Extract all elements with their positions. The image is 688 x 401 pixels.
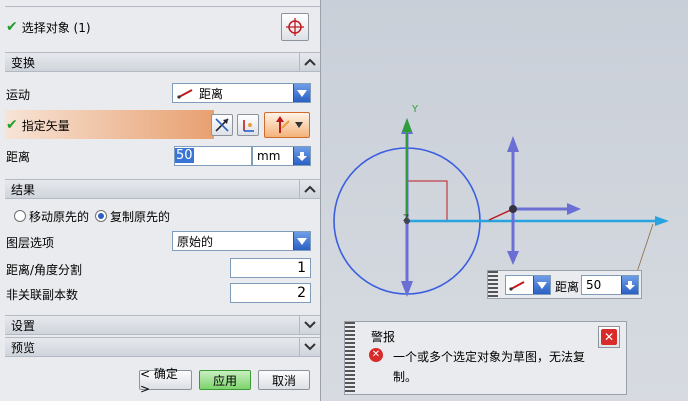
move-original-label: 移动原先的 [29, 209, 90, 224]
layer-select[interactable]: 原始的 [172, 231, 311, 251]
crosshair-select-button[interactable] [281, 13, 309, 41]
layer-label: 图层选项 [6, 235, 55, 250]
radio-off-icon [14, 210, 26, 222]
result-section-title: 结果 [11, 182, 36, 197]
result-radio-group: 移动原先的 复制原先的 [6, 207, 312, 225]
transform-section-header[interactable]: 变换 [5, 52, 320, 72]
distance-unit-value: mm [257, 149, 281, 163]
chevron-down-icon[interactable] [533, 276, 550, 294]
chevron-up-icon[interactable] [299, 53, 320, 71]
chevron-down-icon[interactable] [299, 338, 320, 356]
alert-close-button[interactable]: ✕ [598, 326, 620, 348]
copies-input[interactable]: 2 [230, 283, 311, 303]
preview-section-header[interactable]: 预览 [5, 337, 320, 357]
split-label: 距离/角度分割 [6, 262, 83, 277]
distance-label: 距离 [6, 149, 31, 164]
float-distance-value: 50 [586, 278, 602, 292]
alert-panel: 警报 ✕ 一个或多个选定对象为草图，无法复 制。 ✕ [344, 321, 627, 395]
distance-unit-select[interactable]: mm [252, 146, 311, 166]
move-original-radio[interactable]: 移动原先的 [14, 208, 89, 225]
distance-input[interactable]: 50 [174, 146, 252, 166]
chevron-down-icon[interactable] [293, 232, 310, 250]
check-icon: ✔ [6, 19, 18, 35]
layer-value: 原始的 [177, 234, 214, 249]
chevron-down-icon[interactable] [621, 276, 638, 294]
chevron-down-icon[interactable] [299, 316, 320, 334]
split-input[interactable]: 1 [230, 258, 311, 278]
chevron-down-icon[interactable] [294, 122, 303, 128]
move-object-dialog: ✔ 选择对象 (1) 变换 运动 距离 ✔ 指定矢量 距离 50 mm 结果 移… [0, 0, 321, 401]
axis-y-label: Y [411, 104, 419, 115]
close-icon: ✕ [601, 329, 617, 345]
preview-section-title: 预览 [11, 340, 36, 355]
copies-label: 非关联副本数 [6, 287, 79, 302]
motion-label: 运动 [6, 87, 31, 102]
drag-grip[interactable] [488, 271, 498, 298]
alert-message-line2: 制。 [393, 370, 418, 384]
specify-vector-label: 指定矢量 [21, 118, 70, 133]
vector-constructor-button[interactable] [237, 114, 259, 136]
chevron-down-icon[interactable] [293, 147, 310, 165]
error-icon: ✕ [369, 348, 383, 362]
distance-icon [509, 281, 525, 291]
chevron-down-icon[interactable] [293, 84, 310, 102]
float-motion-select[interactable] [505, 275, 551, 295]
distance-icon [177, 89, 193, 99]
alert-title: 警报 [371, 330, 396, 344]
reverse-direction-button[interactable] [211, 114, 233, 136]
apply-button[interactable]: 应用 [199, 370, 251, 390]
vector-arrow-icon [275, 116, 290, 133]
distance-input-value: 50 [175, 148, 194, 163]
motion-select[interactable]: 距离 [172, 83, 311, 103]
select-object-label: 选择对象 (1) [21, 20, 91, 35]
transform-section-title: 变换 [11, 55, 36, 70]
settings-section-title: 设置 [11, 318, 36, 333]
dialog-top-strip [5, 0, 320, 7]
cancel-button[interactable]: 取消 [258, 370, 310, 390]
float-distance-label: 距离 [555, 280, 580, 294]
chevron-up-icon[interactable] [299, 180, 320, 198]
crosshair-icon [286, 18, 304, 36]
result-section-header[interactable]: 结果 [5, 179, 320, 199]
select-object-row[interactable]: ✔ 选择对象 (1) [6, 14, 312, 40]
vector-constructor-icon [243, 120, 254, 132]
alert-message-line1: 一个或多个选定对象为草图，无法复 [393, 350, 586, 364]
float-distance-input[interactable]: 50 [581, 275, 639, 295]
copy-original-label: 复制原先的 [110, 209, 171, 224]
settings-section-header[interactable]: 设置 [5, 315, 320, 335]
motion-value: 距离 [199, 86, 224, 101]
floating-distance-toolbar: 距离 50 [487, 270, 642, 299]
check-icon: ✔ [6, 117, 18, 133]
ok-button[interactable]: < 确定 > [139, 367, 192, 396]
drag-grip[interactable] [345, 322, 355, 394]
reverse-direction-icon [215, 118, 229, 132]
inferred-vector-button[interactable] [264, 112, 310, 138]
copy-original-radio[interactable]: 复制原先的 [95, 208, 170, 225]
radio-on-icon [95, 210, 108, 222]
